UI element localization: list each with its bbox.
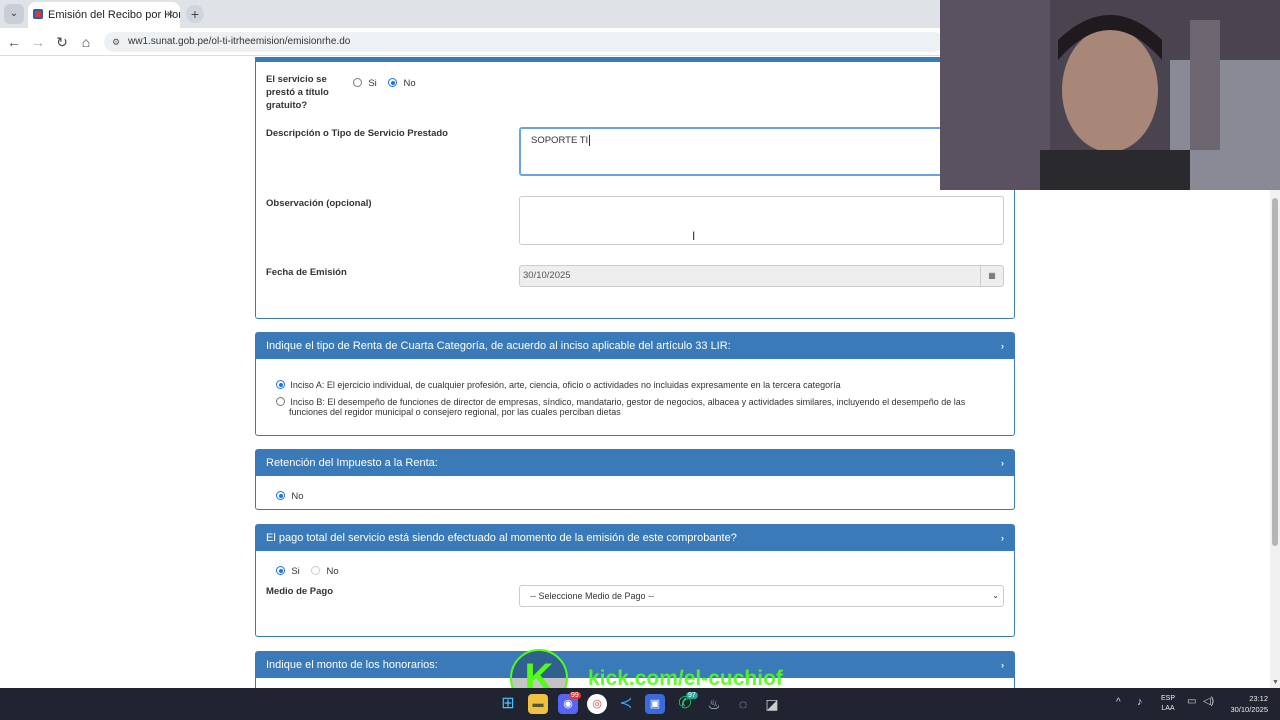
chevron-right-icon: › [1001, 458, 1004, 468]
network-icon[interactable]: ▭ [1187, 696, 1196, 707]
gratuito-si-radio[interactable] [353, 78, 362, 87]
pago-panel: El pago total del servicio está siendo e… [255, 524, 1015, 637]
medio-pago-value: -- Seleccione Medio de Pago -- [530, 591, 655, 601]
retencion-panel-title: Retención del Impuesto a la Renta: [266, 457, 438, 469]
chrome-icon[interactable]: ◎ [587, 694, 607, 714]
tab-favicon-icon [33, 9, 43, 19]
app-icon[interactable]: ▣ [645, 694, 665, 714]
clock[interactable]: 23:12 30/10/2025 [1222, 693, 1268, 715]
pago-radio-group: Si No [276, 563, 339, 577]
fecha-label: Fecha de Emisión [266, 267, 347, 278]
chevron-right-icon: › [1001, 660, 1004, 670]
observacion-textarea[interactable] [519, 196, 1004, 245]
start-icon[interactable]: ⊞ [498, 694, 518, 714]
inciso-a-label: Inciso A: El ejercicio individual, de cu… [290, 380, 841, 390]
chevron-right-icon: › [1001, 533, 1004, 543]
scrollbar-thumb[interactable] [1272, 198, 1278, 546]
text-cursor-icon: I [692, 229, 696, 243]
chevron-down-icon: ⌄ [992, 591, 999, 600]
tab-close-icon[interactable]: × [164, 8, 176, 20]
gratuito-label: El servicio se prestó a título gratuito? [266, 74, 329, 111]
renta-panel-header[interactable]: Indique el tipo de Renta de Cuarta Categ… [256, 333, 1014, 359]
retencion-no-label: No [291, 491, 304, 502]
back-icon[interactable]: ← [6, 34, 22, 50]
pago-no-label: No [326, 566, 339, 577]
inciso-b-radio[interactable] [276, 397, 285, 406]
retencion-no-radio[interactable] [276, 491, 285, 500]
tray-chevron-icon[interactable]: ^ [1116, 697, 1121, 708]
clock-time: 23:12 [1249, 694, 1268, 703]
retencion-panel: Retención del Impuesto a la Renta: › No [255, 449, 1015, 510]
pago-si-radio[interactable] [276, 566, 285, 575]
observacion-label: Observación (opcional) [266, 198, 372, 209]
retencion-no-option[interactable]: No [276, 488, 304, 502]
descripcion-textarea[interactable]: SOPORTE TI [519, 127, 1004, 176]
medio-pago-select[interactable]: -- Seleccione Medio de Pago -- ⌄ [519, 585, 1004, 607]
pago-panel-title: El pago total del servicio está siendo e… [266, 532, 737, 544]
inciso-b-option[interactable]: Inciso B: El desempeño de funciones de d… [276, 394, 965, 408]
gratuito-no-radio[interactable] [388, 78, 398, 87]
chevron-right-icon: › [1001, 341, 1004, 351]
language-indicator[interactable]: ESP LAA [1158, 694, 1178, 714]
descripcion-value: SOPORTE TI [531, 135, 589, 146]
inciso-b-label-line1: Inciso B: El desempeño de funciones de d… [290, 397, 966, 407]
steam-icon[interactable]: ♨ [704, 694, 724, 714]
descripcion-label: Descripción o Tipo de Servicio Prestado [266, 128, 448, 139]
gratuito-radio-group: Si No [353, 75, 416, 89]
taskbar [0, 688, 1280, 720]
home-icon[interactable]: ⌂ [78, 34, 94, 50]
discord-badge: 99 [569, 692, 581, 699]
site-info-icon[interactable]: ⚙ [112, 37, 122, 47]
lang-line1: ESP [1160, 695, 1175, 702]
url-text: ww1.sunat.gob.pe/ol-ti-itrheemision/emis… [128, 36, 351, 47]
renta-panel-title: Indique el tipo de Renta de Cuarta Categ… [266, 340, 731, 352]
kick-logo-letter: K [524, 656, 554, 688]
lang-line2: LAA [1161, 705, 1175, 712]
kick-watermark: kick.com/el-cuchiof [588, 667, 783, 688]
gratuito-si-label: Si [368, 78, 377, 89]
file-explorer-icon[interactable]: ▬ [528, 694, 548, 714]
webcam-overlay [940, 0, 1280, 190]
retencion-panel-header[interactable]: Retención del Impuesto a la Renta: › [256, 450, 1014, 476]
microphone-icon[interactable]: ♪ [1137, 696, 1143, 708]
pago-si-label: Si [291, 566, 300, 577]
vscode-icon[interactable]: ≺ [616, 694, 636, 714]
tab-search-button[interactable]: ⌄ [4, 4, 24, 24]
pago-panel-header[interactable]: El pago total del servicio está siendo e… [256, 525, 1014, 551]
pago-no-radio[interactable] [311, 566, 321, 575]
calendar-icon[interactable]: ▦ [980, 266, 1003, 286]
forward-icon[interactable]: → [30, 34, 46, 50]
new-tab-button[interactable]: + [186, 5, 204, 23]
inciso-a-radio[interactable] [276, 380, 285, 389]
tool-icon[interactable]: ◪ [762, 694, 782, 714]
honorarios-panel-title: Indique el monto de los honorarios: [266, 659, 438, 671]
browser-tab[interactable]: Emisión del Recibo por Honorarios [28, 2, 180, 28]
inciso-b-label-line2: funciones del regidor municipal o consej… [289, 407, 621, 417]
gratuito-no-label: No [403, 78, 416, 89]
fecha-value: 30/10/2025 [523, 270, 571, 281]
text-cursor [589, 135, 591, 146]
medio-pago-label: Medio de Pago [266, 586, 334, 597]
obs-icon[interactable]: ◌ [733, 694, 753, 714]
fecha-input[interactable]: 30/10/2025 [519, 265, 1004, 287]
reload-icon[interactable]: ↻ [54, 34, 70, 50]
address-bar[interactable]: ww1.sunat.gob.pe/ol-ti-itrheemision/emis… [104, 32, 944, 52]
volume-icon[interactable]: ◁) [1203, 696, 1214, 707]
inciso-a-option[interactable]: Inciso A: El ejercicio individual, de cu… [276, 377, 841, 391]
whatsapp-badge: 97 [686, 692, 698, 699]
webcam-feed-image [940, 0, 1280, 190]
tab-title: Emisión del Recibo por Honorarios [48, 9, 180, 21]
renta-panel: Indique el tipo de Renta de Cuarta Categ… [255, 332, 1015, 436]
scroll-down-icon[interactable]: ▼ [1272, 679, 1279, 686]
clock-date: 30/10/2025 [1230, 705, 1268, 714]
